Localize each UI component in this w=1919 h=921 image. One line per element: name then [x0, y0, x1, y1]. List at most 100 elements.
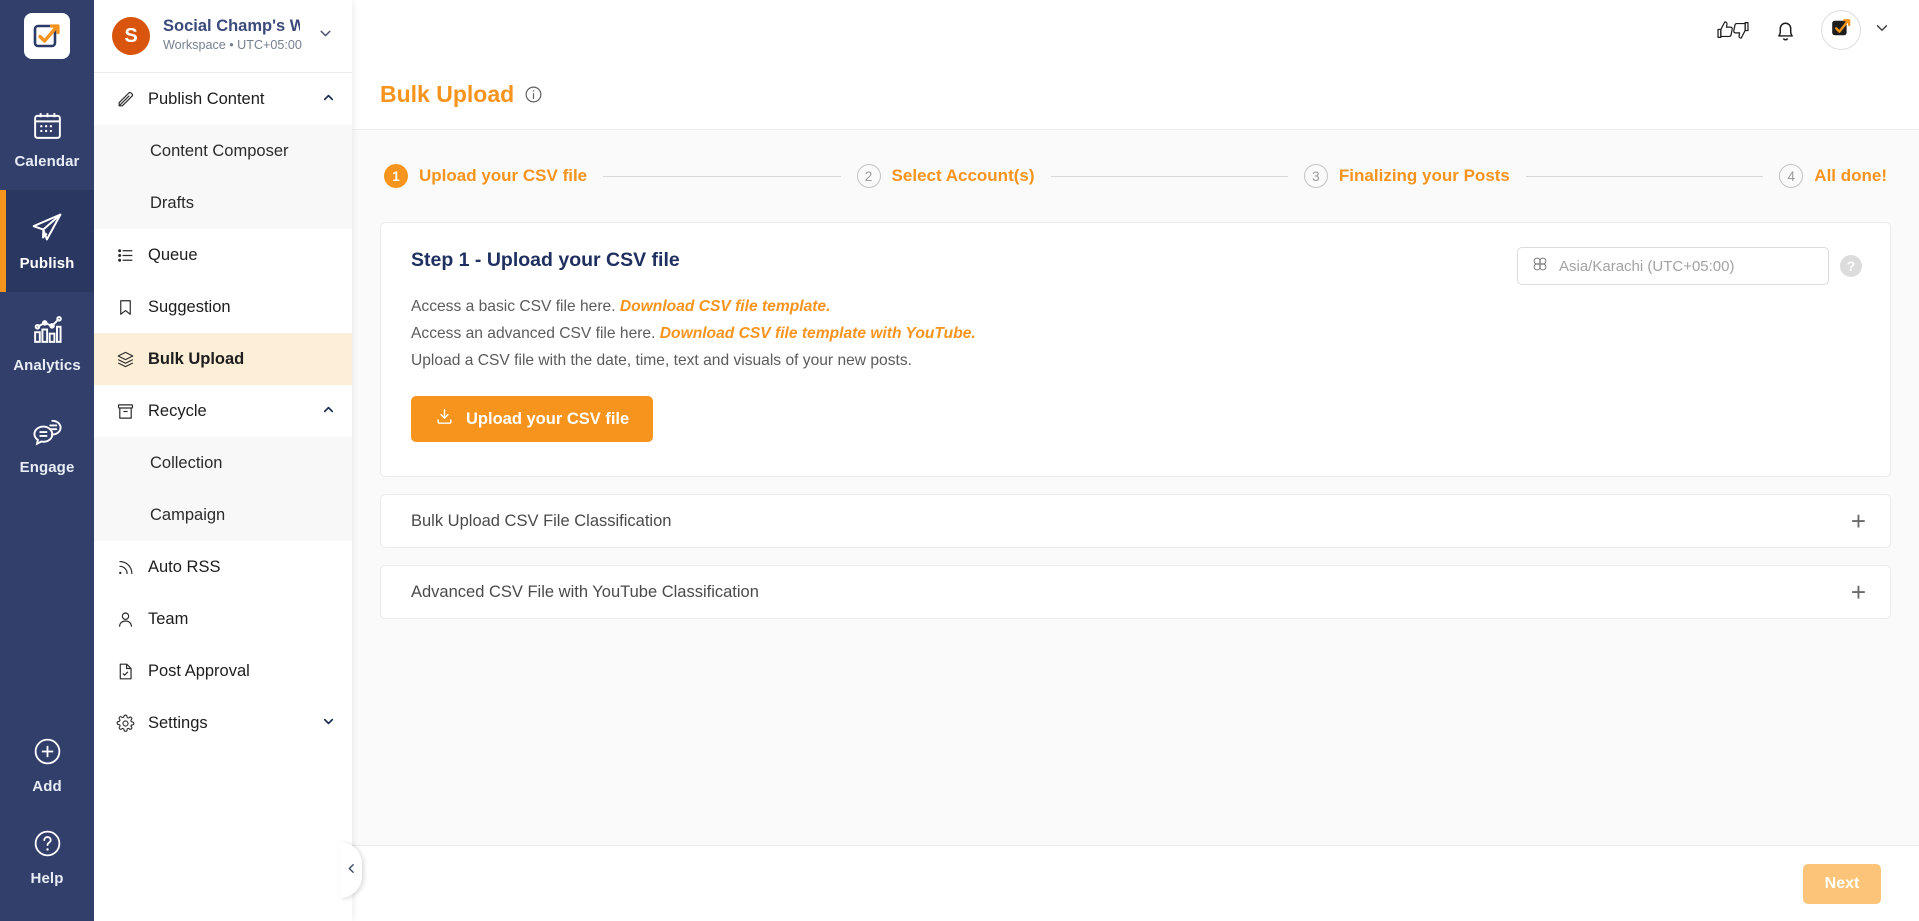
sidebar-item-label: Publish Content: [148, 89, 265, 108]
rss-icon: [115, 557, 135, 577]
upload-csv-button[interactable]: Upload your CSV file: [411, 396, 654, 443]
rail-item-engage[interactable]: Engage: [0, 394, 94, 496]
accordion-advanced-youtube-classification[interactable]: Advanced CSV File with YouTube Classific…: [380, 565, 1891, 620]
page-title: Bulk Upload: [380, 81, 515, 107]
footer-bar: Next: [352, 845, 1919, 921]
step-label: Upload your CSV file: [419, 166, 588, 185]
step-connector: [603, 175, 841, 177]
sidebar-item-team[interactable]: Team: [94, 593, 352, 645]
plus-icon[interactable]: +: [1851, 508, 1866, 534]
accordion-bulk-upload-classification[interactable]: Bulk Upload CSV File Classification +: [380, 494, 1891, 549]
download-csv-template-youtube-link[interactable]: Download CSV file template with YouTube.: [660, 325, 976, 342]
chevron-down-icon[interactable]: [1861, 19, 1891, 42]
timezone-row: Asia/Karachi (UTC+05:00) ?: [1517, 247, 1862, 285]
rail-item-add[interactable]: Add: [0, 719, 94, 811]
chevron-up-icon[interactable]: [321, 402, 336, 420]
step-label: All done!: [1814, 166, 1888, 185]
step-1[interactable]: 1 Upload your CSV file: [384, 164, 587, 188]
step-number: 3: [1303, 164, 1328, 188]
sidebar-item-suggestion[interactable]: Suggestion: [94, 281, 352, 333]
download-csv-template-link[interactable]: Download CSV file template.: [620, 298, 831, 315]
rail-item-label: Engage: [19, 458, 75, 476]
page-header: Bulk Upload: [352, 60, 1919, 130]
sidebar-item-label: Drafts: [150, 193, 195, 212]
step-2[interactable]: 2 Select Account(s): [856, 164, 1035, 188]
sidebar-item-queue[interactable]: Queue: [94, 229, 352, 281]
thumbs-up-down-icon[interactable]: [1707, 0, 1759, 60]
rail-item-analytics[interactable]: Analytics: [0, 292, 94, 394]
sidebar-item-label: Suggestion: [148, 297, 231, 316]
workspace-text: Social Champ's W... Workspace • UTC+05:0…: [163, 16, 302, 56]
advanced-template-text: Access an advanced CSV file here.: [411, 324, 656, 342]
workspace-name: Social Champ's W...: [163, 16, 300, 35]
download-tray-icon: [435, 407, 454, 431]
sidebar-item-collection[interactable]: Collection: [94, 437, 352, 489]
social-champ-logo-icon: [1829, 16, 1853, 45]
stepper: 1 Upload your CSV file 2 Select Account(…: [380, 130, 1891, 222]
upload-csv-button-label: Upload your CSV file: [466, 409, 630, 428]
sidebar-item-campaign[interactable]: Campaign: [94, 489, 352, 541]
pencil-icon: [115, 89, 135, 109]
sidebar-item-post-approval[interactable]: Post Approval: [94, 645, 352, 697]
sidebar-item-settings[interactable]: Settings: [94, 697, 352, 749]
timezone-help-icon[interactable]: ?: [1840, 255, 1862, 277]
social-champ-logo-icon: [24, 13, 70, 59]
workspace-switcher[interactable]: S Social Champ's W... Workspace • UTC+05…: [94, 0, 352, 72]
sidebar-item-content-composer[interactable]: Content Composer: [94, 125, 352, 177]
profile-avatar[interactable]: [1821, 10, 1861, 50]
sidebar-item-drafts[interactable]: Drafts: [94, 177, 352, 229]
timezone-value: Asia/Karachi (UTC+05:00): [1559, 257, 1735, 275]
step-3[interactable]: 3 Finalizing your Posts: [1303, 164, 1510, 188]
main-area: Bulk Upload 1 Upload your CSV file 2 Sel…: [352, 0, 1919, 921]
info-circle-icon[interactable]: [524, 85, 543, 104]
app-logo[interactable]: [0, 0, 94, 72]
sidebar-item-label: Collection: [150, 453, 223, 472]
rail-item-list: Calendar Publish Analytics Engage: [0, 88, 94, 496]
sidebar-menu: Publish Content Content Composer Drafts: [94, 72, 352, 921]
archive-icon: [115, 401, 135, 421]
primary-icon-rail: Calendar Publish Analytics Engage Add He…: [0, 0, 94, 921]
page-content: 1 Upload your CSV file 2 Select Account(…: [352, 130, 1919, 845]
next-button[interactable]: Next: [1803, 863, 1881, 904]
chevron-down-icon[interactable]: [321, 714, 336, 732]
top-bar: [352, 0, 1919, 60]
step-number: 2: [856, 164, 881, 188]
chevron-up-icon[interactable]: [321, 90, 336, 108]
rail-item-publish[interactable]: Publish: [0, 190, 94, 292]
advanced-template-line: Access an advanced CSV file here. Downlo…: [411, 321, 1860, 348]
calendar-icon: [31, 109, 64, 147]
sidebar-item-label: Queue: [148, 245, 198, 264]
plus-icon[interactable]: +: [1851, 579, 1866, 605]
secondary-sidebar: S Social Champ's W... Workspace • UTC+05…: [94, 0, 352, 921]
sidebar-item-bulk-upload[interactable]: Bulk Upload: [94, 333, 352, 385]
accordion-title: Bulk Upload CSV File Classification: [411, 511, 672, 530]
step-4[interactable]: 4 All done!: [1779, 164, 1887, 188]
step-number: 4: [1779, 164, 1804, 188]
list-icon: [115, 245, 135, 265]
bookmark-icon: [115, 297, 135, 317]
timezone-select[interactable]: Asia/Karachi (UTC+05:00): [1517, 247, 1829, 285]
sidebar-item-label: Post Approval: [148, 661, 250, 680]
step-connector: [1050, 175, 1288, 177]
sidebar-item-label: Team: [148, 609, 189, 628]
rail-item-help[interactable]: Help: [0, 811, 94, 903]
sidebar-item-auto-rss[interactable]: Auto RSS: [94, 541, 352, 593]
basic-template-line: Access a basic CSV file here. Download C…: [411, 294, 1860, 321]
bell-icon[interactable]: [1759, 0, 1811, 60]
globe-group-icon: [1531, 255, 1549, 277]
step-number: 1: [384, 164, 408, 188]
sidebar-item-label: Content Composer: [150, 141, 289, 160]
sidebar-item-recycle[interactable]: Recycle: [94, 385, 352, 437]
sidebar-item-label: Auto RSS: [148, 557, 221, 576]
chevron-left-icon: [345, 862, 358, 878]
upload-hint-line: Upload a CSV file with the date, time, t…: [411, 351, 912, 369]
sidebar-item-label: Settings: [148, 713, 208, 732]
sidebar-item-publish-content[interactable]: Publish Content: [94, 73, 352, 125]
rail-item-calendar[interactable]: Calendar: [0, 88, 94, 190]
rail-item-label: Calendar: [14, 152, 80, 170]
sidebar-item-label: Bulk Upload: [148, 349, 245, 368]
chevron-down-icon[interactable]: [313, 21, 338, 51]
question-circle-icon: [32, 828, 63, 864]
user-icon: [115, 609, 135, 629]
bar-chart-icon: [31, 313, 64, 351]
